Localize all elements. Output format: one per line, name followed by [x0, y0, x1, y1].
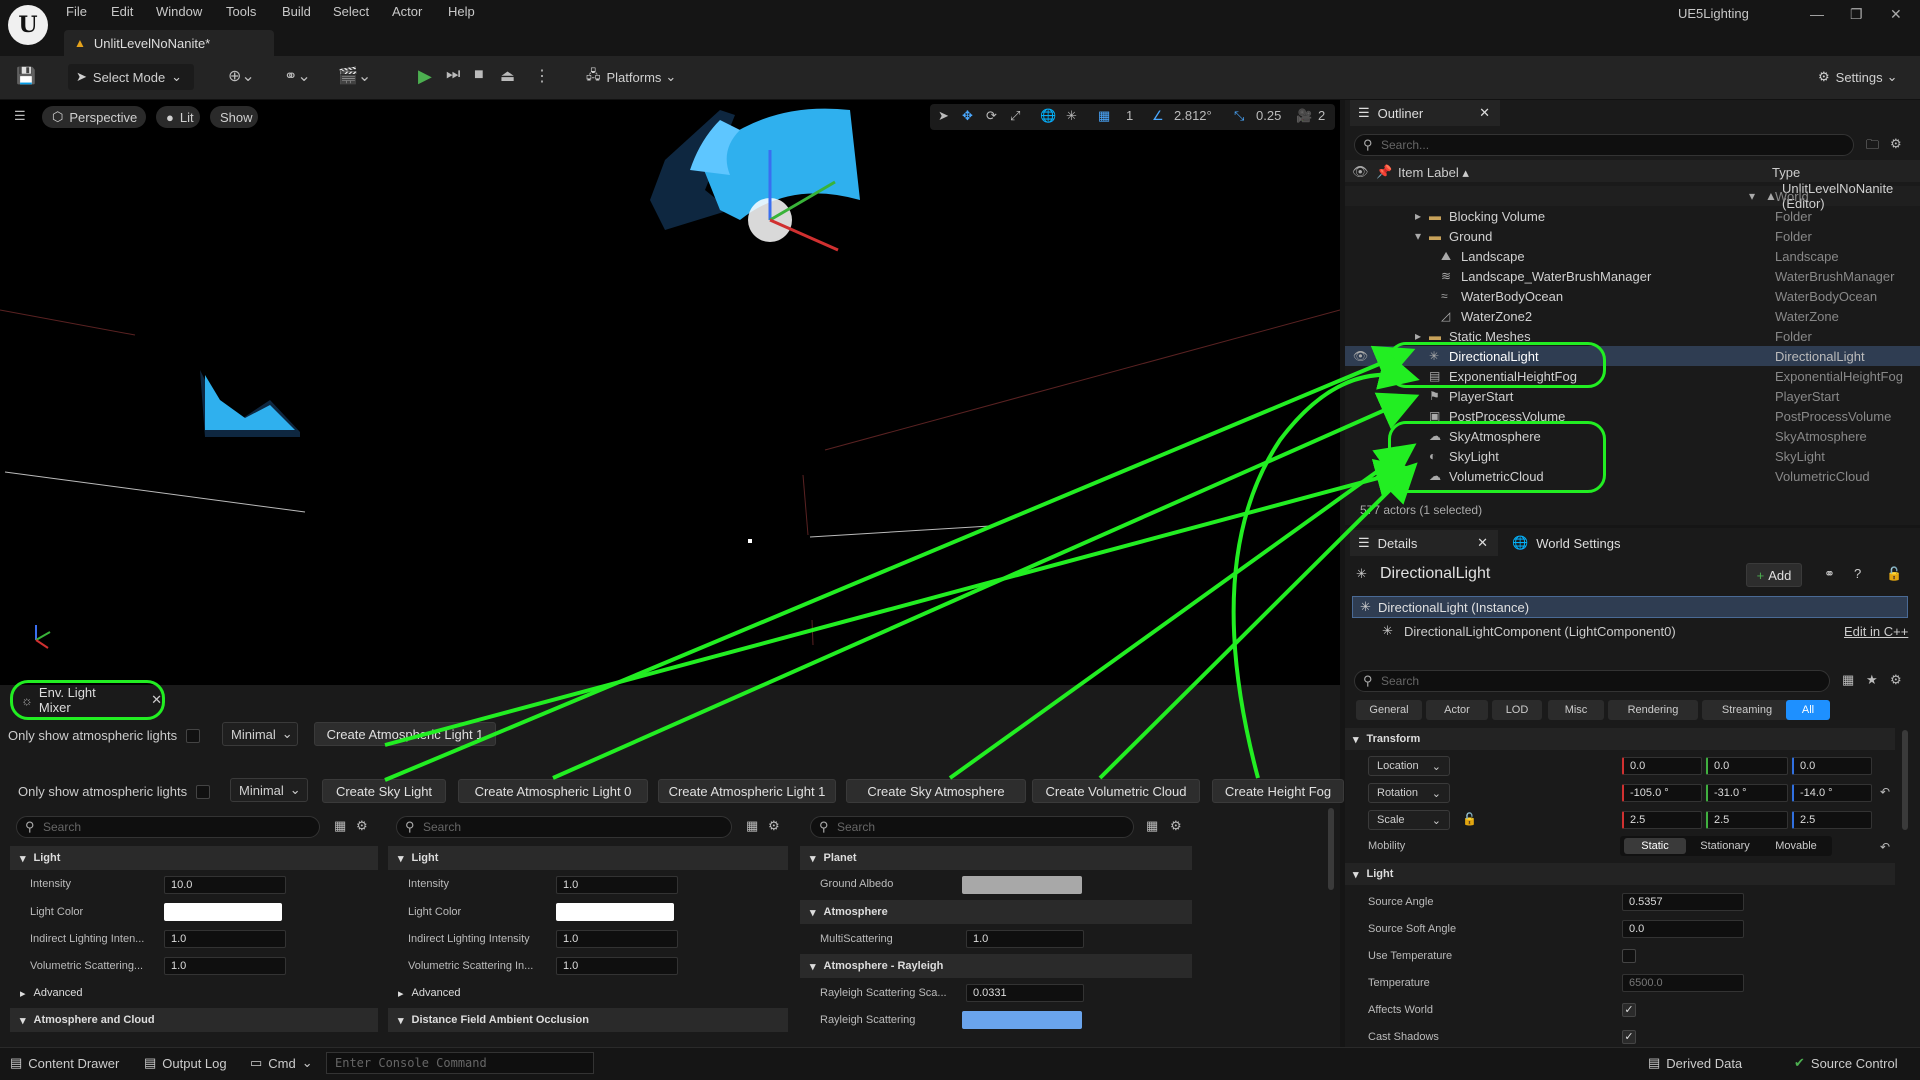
annotation-arrows	[384, 345, 1420, 782]
